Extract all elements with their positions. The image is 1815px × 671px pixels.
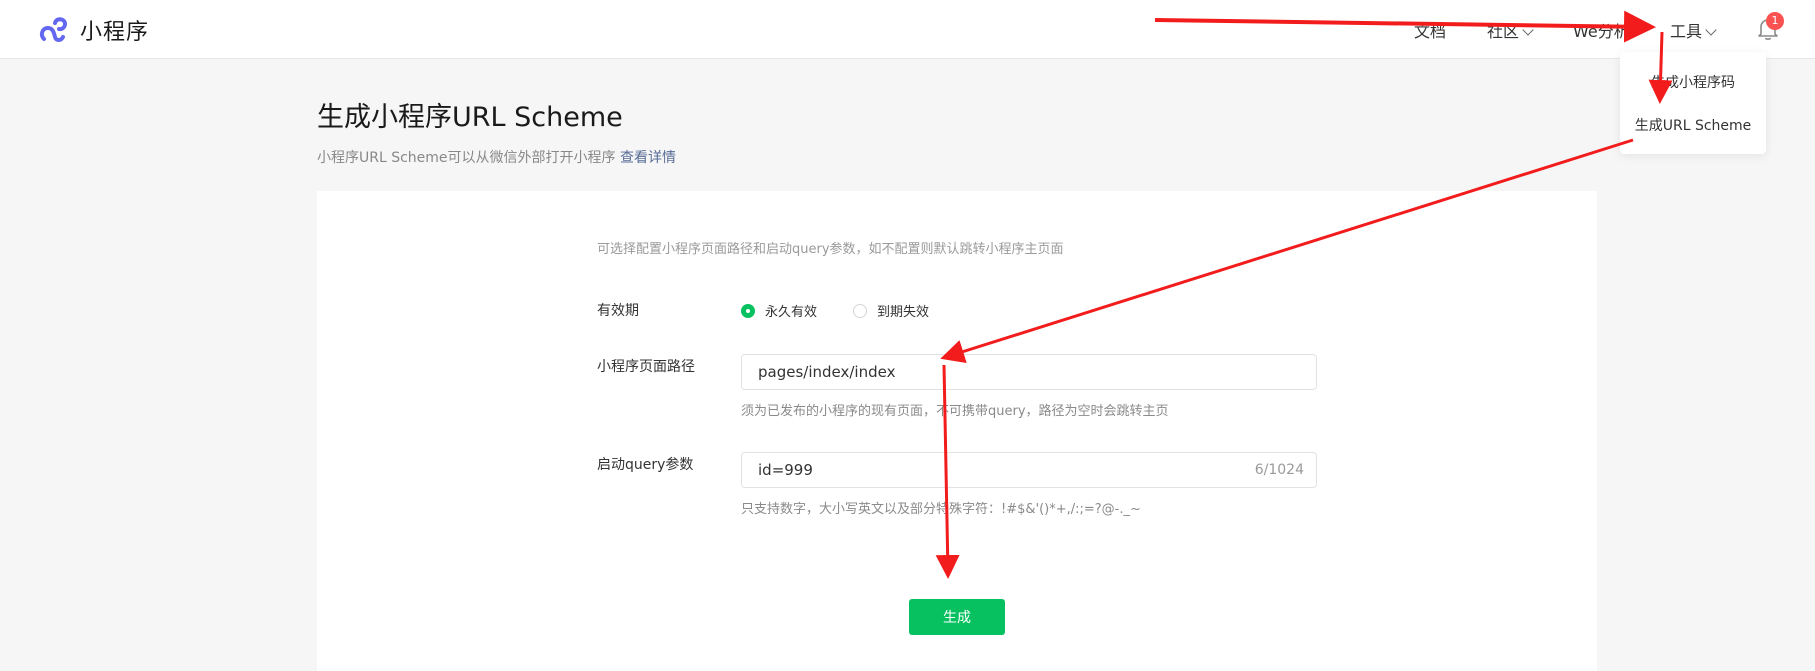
page-path-label: 小程序页面路径: [597, 359, 695, 375]
query-hint: 只支持数字，大小写英文以及部分特殊字符：!#$&'()*+,/:;=?@-._~: [741, 502, 1141, 517]
validity-label: 有效期: [597, 303, 639, 319]
radio-checked-icon: [741, 303, 755, 318]
page-title: 生成小程序URL Scheme: [317, 102, 623, 133]
mini-program-logo-icon: [39, 17, 68, 42]
radio-unchecked-icon: [853, 303, 867, 318]
brand-name: 小程序: [80, 20, 150, 45]
brand-logo[interactable]: 小程序: [38, 14, 149, 46]
page-description: 小程序URL Scheme可以从微信外部打开小程序 查看详情: [317, 147, 676, 167]
menu-item-generate-url-scheme[interactable]: 生成URL Scheme: [1620, 115, 1766, 135]
page-description-text: 小程序URL Scheme可以从微信外部打开小程序: [317, 150, 616, 166]
query-label: 启动query参数: [597, 457, 694, 473]
query-char-counter: 6/1024: [1254, 462, 1304, 478]
radio-expiring-label: 到期失效: [877, 305, 930, 320]
nav-community-label: 社区: [1487, 22, 1520, 41]
nav-tools-label: 工具: [1670, 22, 1703, 41]
page-path-value: pages/index/index: [758, 363, 896, 381]
page-path-input[interactable]: pages/index/index: [741, 354, 1317, 390]
query-input[interactable]: id=999 6/1024: [741, 452, 1317, 488]
tools-dropdown-menu: 生成小程序码 生成URL Scheme: [1620, 52, 1766, 154]
radio-expiring[interactable]: 到期失效: [853, 301, 929, 320]
nav-we-analysis[interactable]: We分析: [1573, 18, 1630, 42]
nav-community[interactable]: 社区: [1487, 18, 1534, 42]
form-tip: 可选择配置小程序页面路径和启动query参数，如不配置则默认跳转小程序主页面: [597, 242, 1064, 257]
menu-item-generate-qrcode[interactable]: 生成小程序码: [1620, 72, 1766, 92]
page-path-hint: 须为已发布的小程序的现有页面，不可携带query，路径为空时会跳转主页: [741, 404, 1169, 419]
top-navigation-bar: 小程序 文档 社区 We分析 工具 1: [0, 0, 1815, 59]
radio-permanent-label: 永久有效: [765, 305, 818, 320]
radio-permanent[interactable]: 永久有效: [741, 301, 817, 320]
chevron-down-icon: [1705, 24, 1717, 36]
generate-button[interactable]: 生成: [909, 599, 1005, 635]
query-value: id=999: [758, 461, 813, 479]
notification-badge: 1: [1766, 12, 1784, 30]
details-link[interactable]: 查看详情: [620, 150, 676, 166]
nav-docs[interactable]: 文档: [1414, 18, 1446, 42]
nav-tools[interactable]: 工具: [1670, 18, 1717, 42]
chevron-down-icon: [1522, 24, 1534, 36]
